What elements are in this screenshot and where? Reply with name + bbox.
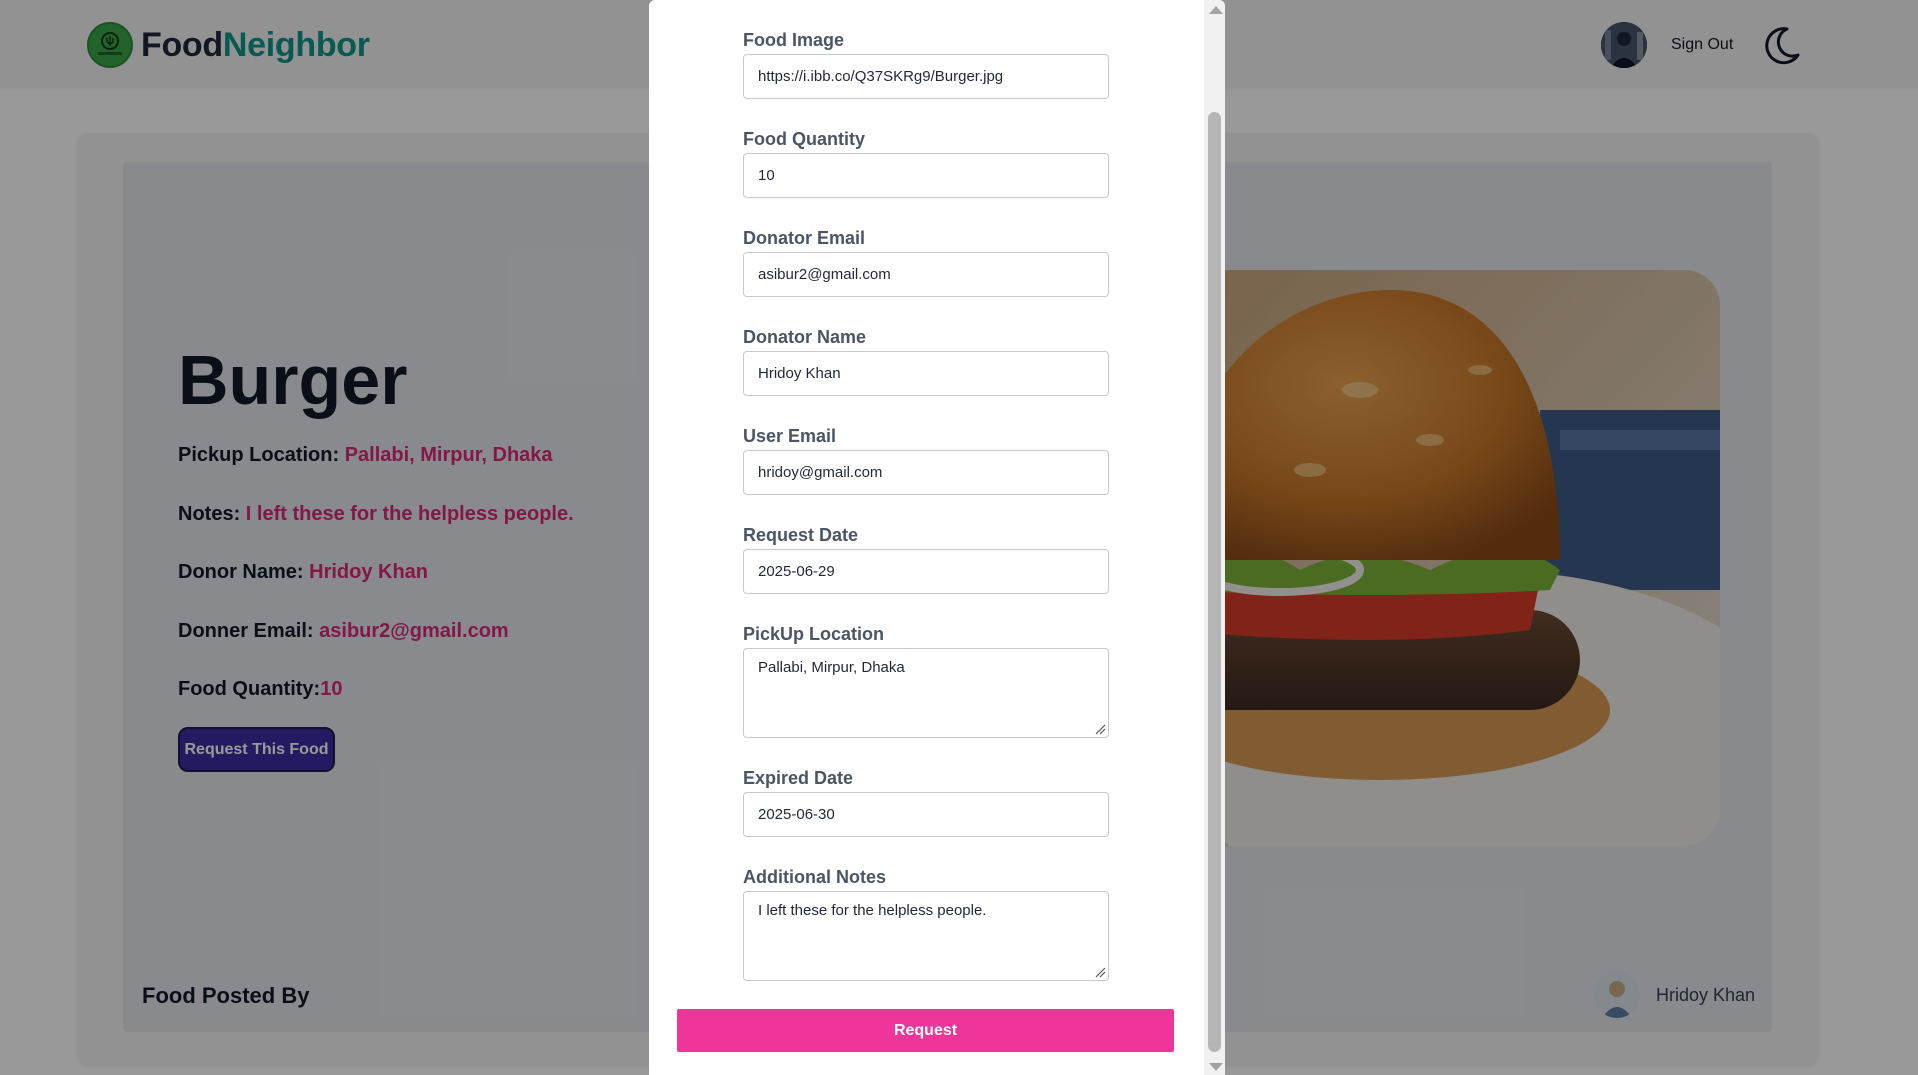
donator-email-field[interactable]: asibur2@gmail.com bbox=[743, 252, 1109, 297]
additional-notes-textarea[interactable]: I left these for the helpless people. bbox=[743, 891, 1109, 981]
food-image-field[interactable]: https://i.ibb.co/Q37SKRg9/Burger.jpg bbox=[743, 54, 1109, 99]
donator-name-label: Donator Name bbox=[743, 327, 867, 347]
user-email-field[interactable]: hridoy@gmail.com bbox=[743, 450, 1109, 495]
pickup-location-textarea[interactable]: Pallabi, Mirpur, Dhaka bbox=[743, 648, 1109, 738]
pickup-location-textarea-value: Pallabi, Mirpur, Dhaka bbox=[758, 659, 905, 676]
expired-date-field[interactable]: 2025-06-30 bbox=[743, 792, 1109, 837]
donator-email-label: Donator Email bbox=[743, 228, 866, 248]
request-modal: Food Image https://i.ibb.co/Q37SKRg9/Bur… bbox=[649, 0, 1225, 1075]
request-submit-button[interactable]: Request bbox=[677, 1009, 1174, 1052]
food-image-label: Food Image bbox=[743, 30, 845, 50]
additional-notes-label: Additional Notes bbox=[743, 867, 886, 887]
user-email-label: User Email bbox=[743, 426, 837, 446]
additional-notes-textarea-value: I left these for the helpless people. bbox=[758, 902, 987, 919]
expired-date-label: Expired Date bbox=[743, 768, 854, 788]
request-date-label: Request Date bbox=[743, 525, 859, 545]
pickup-location-field-label: PickUp Location bbox=[743, 624, 885, 644]
modal-scrollbar[interactable] bbox=[1204, 0, 1225, 1075]
resize-grip-icon[interactable] bbox=[1094, 966, 1106, 978]
donator-name-field[interactable]: Hridoy Khan bbox=[743, 351, 1109, 396]
scroll-down-arrow-icon[interactable] bbox=[1209, 1063, 1223, 1071]
scrollbar-thumb[interactable] bbox=[1208, 112, 1221, 1052]
request-date-field[interactable]: 2025-06-29 bbox=[743, 549, 1109, 594]
food-quantity-field-label: Food Quantity bbox=[743, 129, 865, 149]
resize-grip-icon[interactable] bbox=[1094, 723, 1106, 735]
food-quantity-field[interactable]: 10 bbox=[743, 153, 1109, 198]
scroll-up-arrow-icon[interactable] bbox=[1209, 6, 1223, 14]
